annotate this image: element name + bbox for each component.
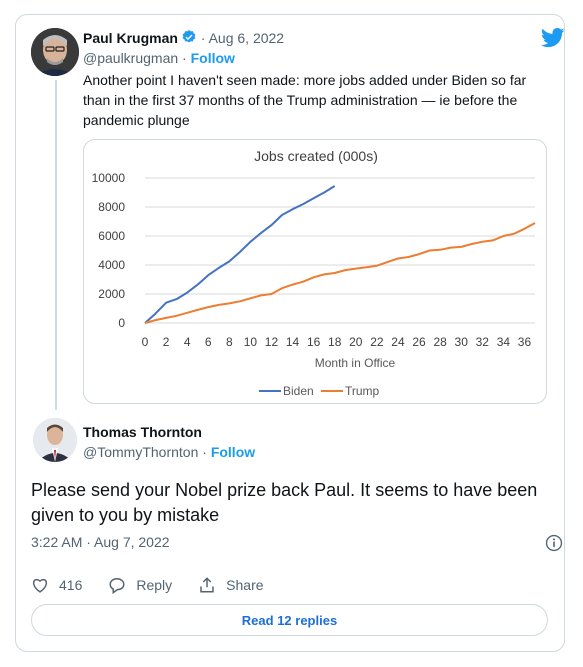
- reply-button[interactable]: Reply: [108, 577, 172, 594]
- x-tick-label: 0: [142, 335, 149, 349]
- chart-x-axis-label: Month in Office: [315, 356, 396, 370]
- tweet-actions-bar: 416 Reply Share: [31, 574, 290, 596]
- y-tick-label: 4000: [98, 258, 125, 272]
- handle-line-thornton: @TommyThornton · Follow: [83, 444, 255, 460]
- heart-icon: [33, 579, 47, 593]
- legend-label-biden: Biden: [283, 384, 314, 398]
- jobs-line-chart: Jobs created (000s) 02000400060008000100…: [92, 148, 536, 398]
- reply-tweet-text: Please send your Nobel prize back Paul. …: [31, 480, 538, 525]
- reply-label: Reply: [136, 577, 173, 593]
- x-tick-label: 22: [370, 335, 384, 349]
- y-tick-label: 2000: [98, 287, 125, 301]
- handle-krugman[interactable]: @paulkrugman: [83, 50, 178, 66]
- x-tick-label: 10: [244, 335, 258, 349]
- x-tick-label: 2: [163, 335, 170, 349]
- x-tick-label: 16: [307, 335, 321, 349]
- x-tick-label: 8: [226, 335, 233, 349]
- x-tick-label: 26: [412, 335, 426, 349]
- chart-x-ticks: 0 2 4 6 8 10 12 14 16 18 20 22 24 26 28 30 32 34 36: [142, 335, 532, 349]
- follow-button-thornton[interactable]: Follow: [211, 444, 255, 460]
- x-tick-label: 36: [518, 335, 532, 349]
- avatar-paul-krugman[interactable]: [31, 28, 79, 76]
- author-name-thornton[interactable]: Thomas Thornton: [83, 424, 202, 440]
- info-icon[interactable]: [545, 534, 563, 552]
- thread-connector-line: [55, 80, 57, 410]
- y-tick-label: 10000: [92, 171, 126, 185]
- y-tick-label: 8000: [98, 200, 125, 214]
- x-tick-label: 34: [497, 335, 511, 349]
- y-tick-label: 0: [118, 316, 125, 330]
- handle-thornton[interactable]: @TommyThornton: [83, 444, 198, 460]
- chart-legend: Biden Trump: [259, 384, 380, 398]
- separator-dot: ·: [178, 50, 191, 66]
- follow-button-krugman[interactable]: Follow: [191, 50, 235, 66]
- x-tick-label: 24: [391, 335, 405, 349]
- quoted-tweet-text: Another point I haven't seen made: more …: [83, 72, 527, 128]
- x-tick-label: 4: [184, 335, 191, 349]
- share-icon: [200, 577, 214, 593]
- y-tick-label: 6000: [98, 229, 125, 243]
- x-tick-label: 14: [286, 335, 300, 349]
- chart-y-ticks: 0 2000 4000 6000 8000 10000: [92, 171, 126, 330]
- reply-bubble-icon: [109, 577, 125, 594]
- chart-image[interactable]: Jobs created (000s) 0 2000 4000 6000 8000 100…: [83, 139, 547, 404]
- x-tick-label: 6: [205, 335, 212, 349]
- avatar-thomas-thornton[interactable]: [33, 418, 77, 462]
- verified-badge-icon: [182, 30, 196, 43]
- author-name-krugman[interactable]: Paul Krugman · Aug 6, 2022: [83, 29, 284, 46]
- share-label: Share: [226, 577, 264, 593]
- legend-label-trump: Trump: [345, 384, 380, 398]
- share-button[interactable]: Share: [198, 576, 264, 594]
- tweet-timestamp[interactable]: 3:22 AM · Aug 7, 2022: [31, 534, 170, 550]
- quoted-date[interactable]: · Aug 6, 2022: [201, 30, 284, 46]
- x-tick-label: 30: [455, 335, 469, 349]
- like-button[interactable]: 416: [31, 577, 82, 593]
- like-count: 416: [59, 577, 83, 593]
- x-tick-label: 18: [328, 335, 342, 349]
- chart-gridlines: [145, 177, 535, 324]
- x-tick-label: 32: [476, 335, 490, 349]
- chart-title: Jobs created (000s): [254, 148, 378, 164]
- x-tick-label: 20: [349, 335, 363, 349]
- x-tick-label: 12: [265, 335, 279, 349]
- twitter-bird-icon[interactable]: [541, 28, 565, 48]
- x-tick-label: 28: [433, 335, 447, 349]
- read-replies-button[interactable]: Read 12 replies: [31, 604, 548, 636]
- handle-line-krugman: @paulkrugman · Follow: [83, 50, 235, 66]
- author-name-text[interactable]: Paul Krugman: [83, 30, 178, 46]
- separator-dot: ·: [198, 444, 211, 460]
- series-line-trump: [144, 222, 536, 324]
